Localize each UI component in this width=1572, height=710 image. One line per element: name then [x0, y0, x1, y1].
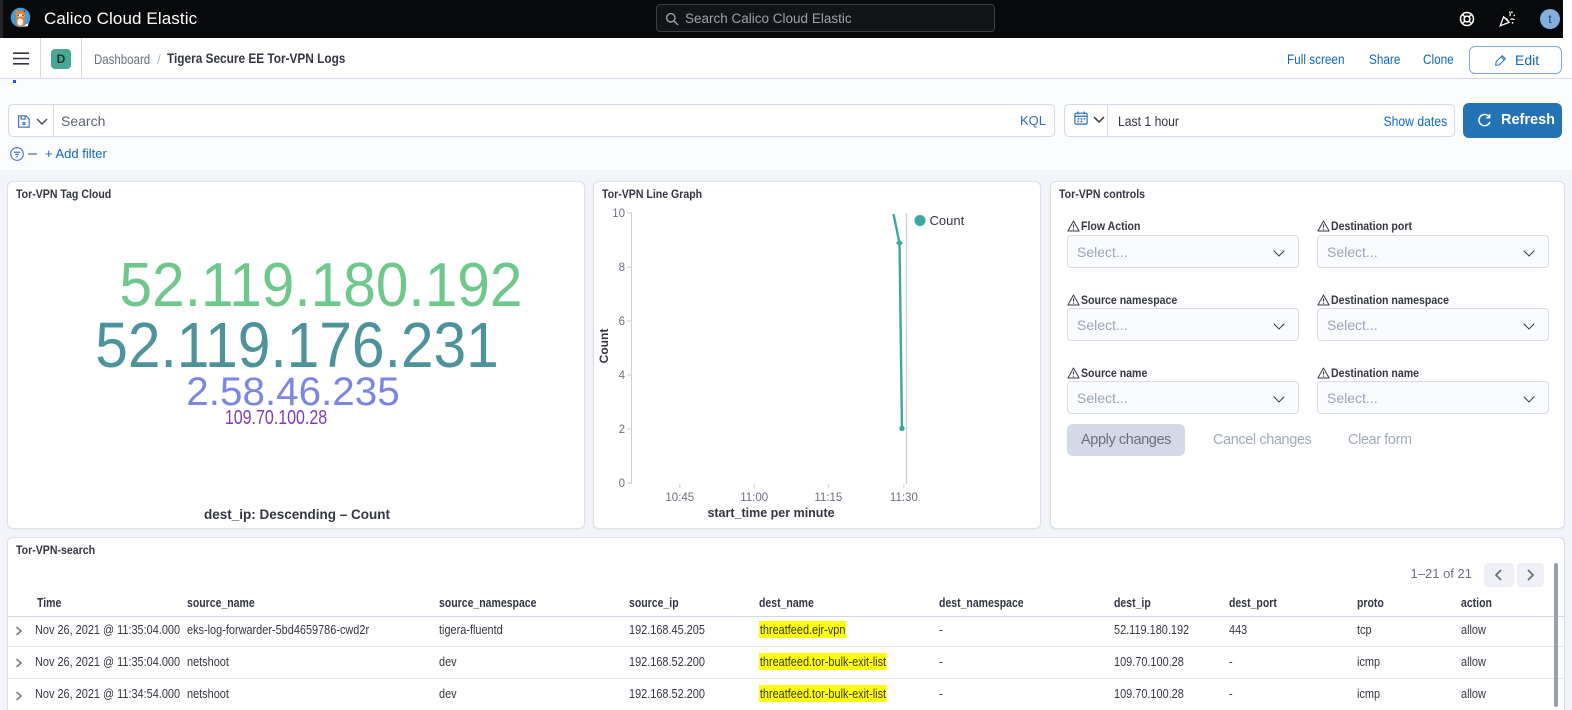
svg-text:11:00: 11:00 — [740, 492, 768, 504]
svg-text:10:45: 10:45 — [665, 492, 694, 504]
svg-text:11:15: 11:15 — [814, 492, 842, 504]
svg-text:8: 8 — [619, 262, 625, 274]
svg-text:start_time per minute: start_time per minute — [707, 506, 834, 520]
svg-text:2: 2 — [619, 424, 625, 436]
svg-text:Count: Count — [597, 329, 611, 364]
svg-text:0: 0 — [619, 478, 625, 490]
svg-text:6: 6 — [619, 316, 625, 328]
svg-text:11:30: 11:30 — [890, 492, 918, 504]
svg-text:Count: Count — [930, 213, 965, 228]
svg-text:4: 4 — [619, 370, 626, 382]
svg-text:10: 10 — [612, 208, 625, 220]
